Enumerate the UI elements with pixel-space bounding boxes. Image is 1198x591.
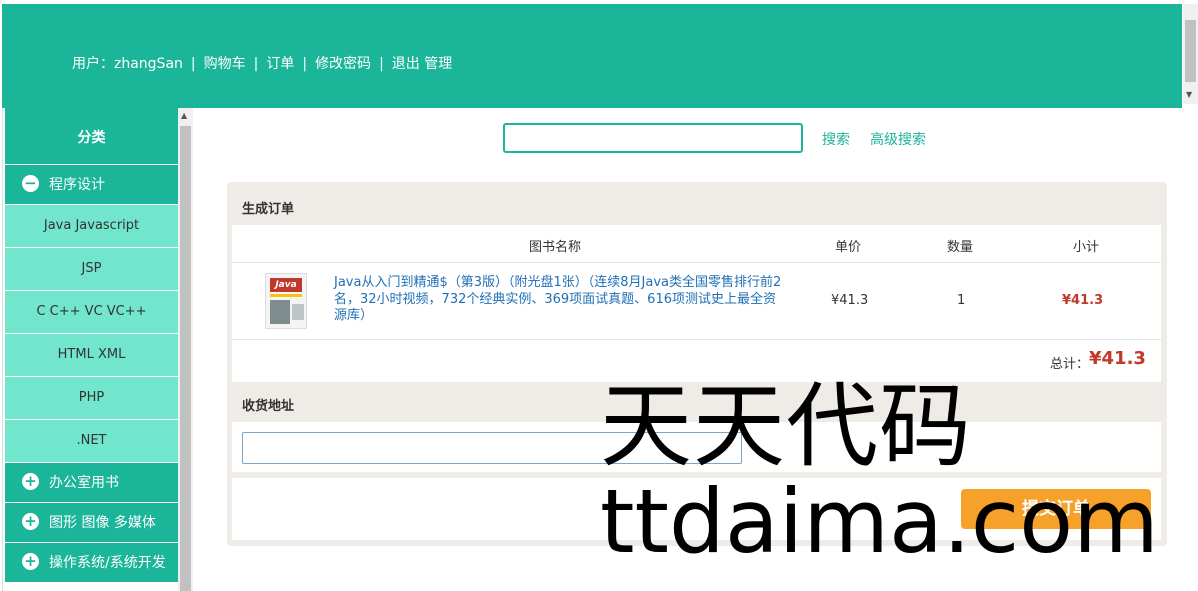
scroll-down-arrow-icon[interactable]: ▼ [1186,90,1192,99]
category-item-java[interactable]: Java Javascript [5,205,178,248]
category-list: 分类 − 程序设计 Java Javascript JSP C C++ VC VC… [5,108,178,591]
collapse-icon: − [22,175,39,192]
category-item-jsp[interactable]: JSP [5,248,178,291]
category-group-office[interactable]: + 办公室用书 [5,463,178,503]
book-cover-stripe [270,294,302,297]
search-link[interactable]: 搜索 [822,129,850,149]
category-group-graphics[interactable]: + 图形 图像 多媒体 [5,503,178,543]
book-cover-image[interactable]: Java [265,273,307,329]
nav-link-change-password[interactable]: 修改密码 [315,53,371,73]
nav-link-logout[interactable]: 退出 [392,53,420,73]
advanced-search-link[interactable]: 高级搜索 [870,129,926,149]
book-cover-disc [292,304,304,320]
category-group-programming[interactable]: − 程序设计 [5,165,178,205]
category-group-label: 办公室用书 [49,475,119,491]
sidebar-scrollbar[interactable]: ▲ [178,108,193,591]
expand-icon: + [22,513,39,530]
table-divider [232,339,1161,340]
total-value: ¥41.3 [1089,348,1146,369]
category-item-dotnet[interactable]: .NET [5,420,178,463]
header-scrollbar-thumb[interactable] [1185,20,1196,82]
category-item-php[interactable]: PHP [5,377,178,420]
category-group-label: 图形 图像 多媒体 [49,515,156,531]
search-input[interactable] [503,123,803,153]
nav-separator: | [302,56,308,72]
user-label: 用户：zhangSan [72,56,183,72]
category-title: 分类 [5,108,178,165]
nav-separator: | [253,56,259,72]
column-header-quantity: 数量 [947,240,974,255]
unit-price: ¥41.3 [831,293,869,308]
column-header-price: 单价 [835,240,862,255]
header-nav: 用户：zhangSan | 购物车 | 订单 | 修改密码 | 退出 管理 [72,53,452,73]
expand-icon: + [22,553,39,570]
category-group-os[interactable]: + 操作系统/系统开发 [5,543,178,583]
book-name-link[interactable]: Java从入门到精通$（第3版）（附光盘1张）（连续8月Java类全国零售排行前… [334,275,784,325]
category-group-label: 程序设计 [49,177,105,193]
column-header-book-name: 图书名称 [529,240,582,255]
category-item-html[interactable]: HTML XML [5,334,178,377]
book-cover-title: Java [270,278,302,292]
address-title: 收货地址 [242,399,295,414]
watermark-url: ttdaima.com [600,470,1159,573]
nav-link-admin[interactable]: 管理 [424,53,452,73]
total-label: 总计： [1050,357,1090,372]
header-scrollbar[interactable]: ▼ [1183,4,1198,104]
column-header-subtotal: 小计 [1073,240,1100,255]
book-cover-photo [270,300,290,324]
category-sidebar: 分类 − 程序设计 Java Javascript JSP C C++ VC VC… [2,108,193,591]
category-item-c[interactable]: C C++ VC VC++ [5,291,178,334]
nav-link-orders[interactable]: 订单 [266,53,294,73]
category-group-label: 操作系统/系统开发 [49,555,166,571]
page-root: 用户：zhangSan | 购物车 | 订单 | 修改密码 | 退出 管理 ▼ 分类 − 程序设计… [0,0,1198,591]
table-divider [232,262,1161,263]
watermark-text: 天天代码 [600,373,973,480]
expand-icon: + [22,473,39,490]
nav-separator: | [379,56,384,72]
scroll-up-arrow-icon[interactable]: ▲ [181,111,187,120]
nav-separator: | [190,56,196,72]
sidebar-scrollbar-thumb[interactable] [180,126,191,591]
quantity: 1 [957,293,966,308]
subtotal: ¥41.3 [1062,293,1104,308]
nav-link-cart[interactable]: 购物车 [204,53,246,73]
header-bar: 用户：zhangSan | 购物车 | 订单 | 修改密码 | 退出 管理 [2,4,1182,108]
order-title: 生成订单 [242,202,295,217]
